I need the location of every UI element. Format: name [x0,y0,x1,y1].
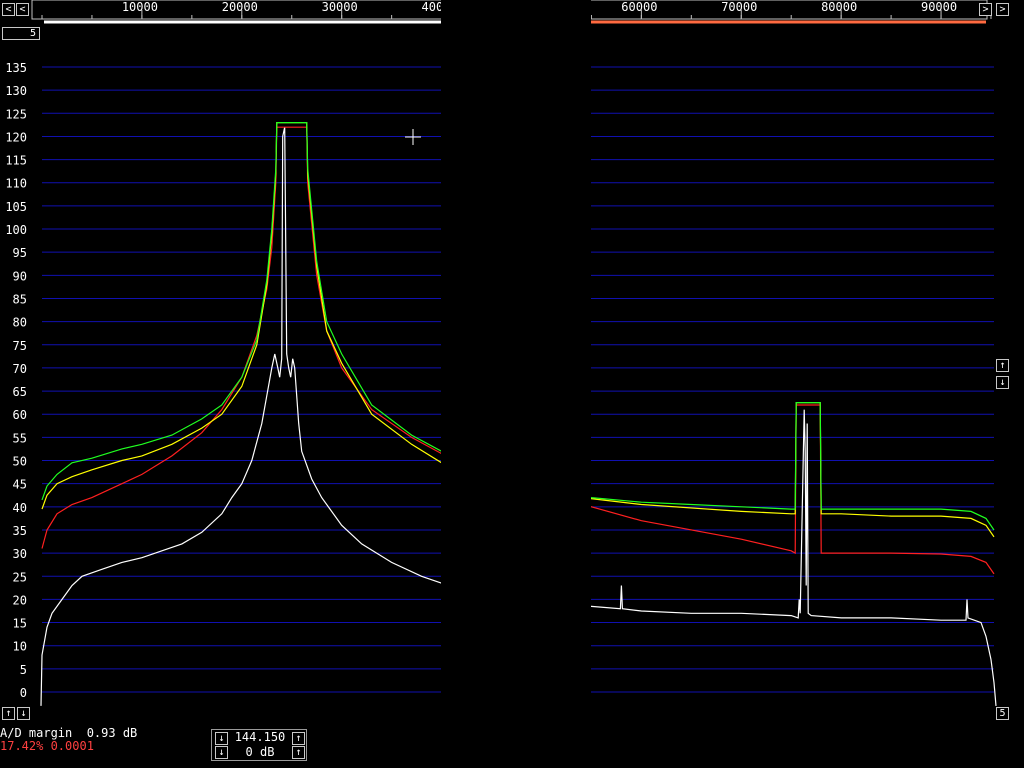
frequency-down-button[interactable]: ↓ [215,732,228,745]
zoom-button[interactable]: 5 [2,27,40,40]
y-tick-label: 105 [5,200,27,214]
y-axis-tick-labels: 0 5 10 15 20 25 30 35 40 45 50 55 60 65 70 75 80 85 90 95 10… [5,61,27,700]
y-tick-label: 120 [5,130,27,144]
bottom-down-button[interactable]: ↓ [17,707,30,720]
spectrum-plot[interactable]: 1000020000300004000050000600007000080000… [0,0,1024,768]
y-tick-label: 125 [5,107,27,121]
y-tick-label: 65 [13,385,27,399]
scroll-right-button-1[interactable]: > [979,3,992,16]
y-tick-label: 30 [13,547,27,561]
x-tick-label: 70000 [721,0,757,14]
bottom-up-button[interactable]: ↑ [2,707,15,720]
y-tick-label: 130 [5,84,27,98]
gain-up-button[interactable]: ↑ [292,746,305,759]
gain-down-button[interactable]: ↓ [215,746,228,759]
y-tick-label: 35 [13,524,27,538]
frequency-up-button[interactable]: ↑ [292,732,305,745]
x-tick-label: 90000 [921,0,957,14]
scroll-right-button-2[interactable]: > [996,3,1009,16]
y-tick-label: 135 [5,61,27,75]
y-tick-label: 75 [13,339,27,353]
cpu-load-readout: 17.42% 0.0001 [0,739,94,753]
y-tick-label: 10 [13,640,27,654]
crosshair-cursor [405,129,421,145]
y-tick-label: 100 [5,223,27,237]
x-tick-label: 10000 [122,0,158,14]
frequency-gain-control: ↓ ↑ ↓ ↑ 144.150 0 dB [211,729,307,761]
y-tick-label: 5 [20,663,27,677]
y-tick-label: 45 [13,478,27,492]
gain-value[interactable]: 0 dB [228,746,292,759]
y-tick-label: 25 [13,570,27,584]
y-tick-label: 110 [5,177,27,191]
y-tick-label: 70 [13,362,27,376]
y-tick-label: 55 [13,431,27,445]
y-zoom-button[interactable]: 5 [996,707,1009,720]
scroll-left-button-2[interactable]: < [16,3,29,16]
frequency-value[interactable]: 144.150 [228,731,292,744]
y-scroll-down-button[interactable]: ↓ [996,376,1009,389]
x-tick-label: 30000 [322,0,358,14]
y-scroll-up-button[interactable]: ↑ [996,359,1009,372]
x-tick-label: 60000 [621,0,657,14]
y-tick-label: 90 [13,269,27,283]
blank-overlay-region [441,0,591,720]
x-tick-label: 20000 [222,0,258,14]
y-tick-label: 0 [20,686,27,700]
y-tick-label: 15 [13,617,27,631]
y-tick-label: 60 [13,408,27,422]
y-tick-label: 20 [13,593,27,607]
y-tick-label: 115 [5,154,27,168]
y-tick-label: 85 [13,292,27,306]
y-tick-label: 95 [13,246,27,260]
y-tick-label: 80 [13,316,27,330]
y-tick-label: 50 [13,455,27,469]
zoom-label: 5 [29,28,36,39]
y-tick-label: 40 [13,501,27,515]
scroll-left-button-1[interactable]: < [2,3,15,16]
x-tick-label: 80000 [821,0,857,14]
